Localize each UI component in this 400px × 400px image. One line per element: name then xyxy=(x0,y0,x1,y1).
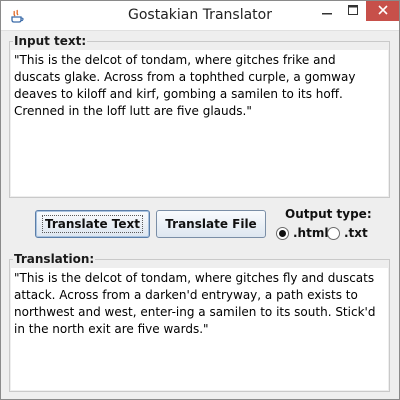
input-label: Input text: xyxy=(13,34,88,48)
close-button[interactable] xyxy=(366,1,399,21)
translate-file-button[interactable]: Translate File xyxy=(156,210,266,238)
translate-text-label: Translate Text xyxy=(41,215,144,233)
close-icon xyxy=(377,4,388,18)
main-panel: Input text: "This is the delcot of tonda… xyxy=(1,32,399,399)
translation-textarea[interactable]: "This is the delcot of tondam, where git… xyxy=(11,268,388,390)
title-bar[interactable]: Gostakian Translator xyxy=(1,1,399,31)
app-window: Gostakian Translator Input text: "This i… xyxy=(0,0,400,400)
radio-html[interactable]: .html xyxy=(276,226,328,240)
translation-label: Translation: xyxy=(13,252,96,266)
radio-txt-button[interactable] xyxy=(327,226,340,240)
translate-file-label: Translate File xyxy=(165,217,257,231)
translate-text-button[interactable]: Translate Text xyxy=(35,210,150,238)
radio-html-button[interactable] xyxy=(276,226,289,240)
radio-txt[interactable]: .txt xyxy=(327,226,368,240)
radio-html-label: .html xyxy=(293,226,329,240)
input-textarea[interactable]: "This is the delcot of tondam, where git… xyxy=(11,50,388,196)
output-type-label: Output type: xyxy=(285,207,372,221)
minimize-icon xyxy=(322,4,332,18)
radio-selected-dot xyxy=(279,229,286,237)
minimize-button[interactable] xyxy=(314,1,340,21)
radio-txt-label: .txt xyxy=(344,226,368,240)
maximize-button[interactable] xyxy=(340,1,366,21)
maximize-icon xyxy=(348,4,358,18)
